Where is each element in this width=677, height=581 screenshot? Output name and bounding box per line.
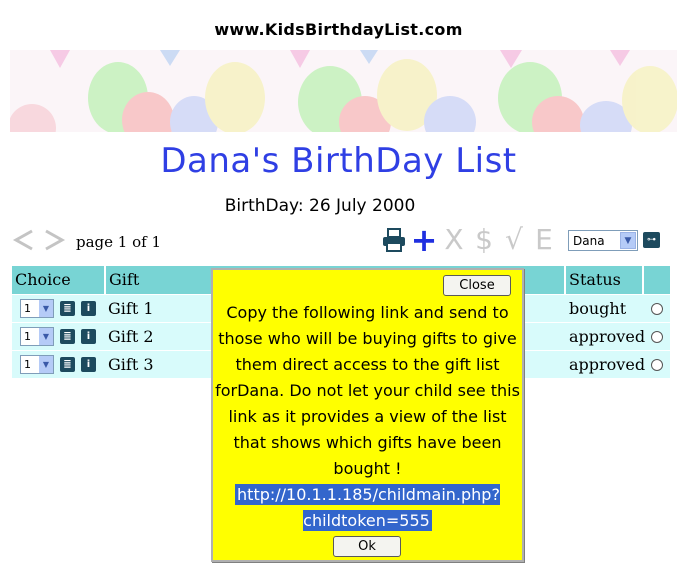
edit-icon: E — [535, 223, 553, 256]
dialog-message: Copy the following link and send to thos… — [215, 303, 520, 478]
gift-name[interactable]: Gift 2 — [108, 323, 154, 350]
plus-icon[interactable]: + — [411, 224, 438, 256]
toolbar: + X $ √ E — [381, 223, 557, 256]
chevron-left-icon[interactable] — [12, 229, 36, 255]
gift-status: approved — [569, 327, 646, 346]
quantity-select[interactable]: 1 ▼ — [20, 355, 54, 374]
key-icon[interactable]: ⊶ — [643, 232, 660, 248]
chevron-right-icon[interactable] — [42, 229, 66, 255]
share-link-dialog: Close Copy the following link and send t… — [211, 268, 524, 562]
quantity-value: 1 — [24, 358, 31, 371]
quantity-select[interactable]: 1 ▼ — [20, 327, 54, 346]
price-icon: $ — [475, 223, 493, 256]
share-link[interactable]: http://10.1.1.185/childmain.php?childtok… — [213, 482, 522, 534]
page-indicator: page 1 of 1 — [76, 233, 161, 251]
birthday-date: BirthDay: 26 July 2000 — [224, 196, 416, 216]
gift-status: bought — [569, 299, 627, 318]
ok-button[interactable]: Ok — [333, 536, 401, 557]
delete-icon: X — [444, 223, 464, 256]
details-icon[interactable]: ≣ — [60, 329, 75, 344]
gift-name[interactable]: Gift 1 — [108, 295, 154, 322]
quantity-value: 1 — [24, 330, 31, 343]
child-select-value: Dana — [573, 233, 605, 248]
pager: page 1 of 1 — [12, 228, 161, 256]
printer-icon[interactable] — [381, 225, 407, 255]
details-icon[interactable]: ≣ — [60, 301, 75, 316]
quantity-select[interactable]: 1 ▼ — [20, 299, 54, 318]
gift-status: approved — [569, 355, 646, 374]
chevron-down-icon[interactable]: ▼ — [39, 356, 53, 373]
column-header-status: Status — [569, 270, 621, 289]
column-header-choice: Choice — [15, 270, 71, 289]
column-header-gift: Gift — [109, 270, 140, 289]
balloon-banner — [10, 50, 677, 132]
page-title: Dana's BirthDay List — [160, 141, 517, 181]
chevron-down-icon[interactable]: ▼ — [620, 232, 636, 249]
info-icon[interactable]: i — [81, 329, 96, 344]
approve-icon: √ — [505, 223, 523, 256]
share-link-text[interactable]: http://10.1.1.185/childmain.php?childtok… — [235, 484, 500, 531]
gift-name[interactable]: Gift 3 — [108, 351, 154, 378]
close-button[interactable]: Close — [443, 275, 511, 296]
row-radio[interactable] — [651, 303, 663, 315]
chevron-down-icon[interactable]: ▼ — [39, 328, 53, 345]
header-divider — [642, 266, 644, 294]
details-icon[interactable]: ≣ — [60, 357, 75, 372]
row-radio[interactable] — [651, 331, 663, 343]
info-icon[interactable]: i — [81, 357, 96, 372]
quantity-value: 1 — [24, 302, 31, 315]
info-icon[interactable]: i — [81, 301, 96, 316]
site-url: www.KidsBirthdayList.com — [214, 20, 463, 39]
child-select[interactable]: Dana ▼ — [568, 230, 638, 251]
row-radio[interactable] — [651, 359, 663, 371]
chevron-down-icon[interactable]: ▼ — [39, 300, 53, 317]
